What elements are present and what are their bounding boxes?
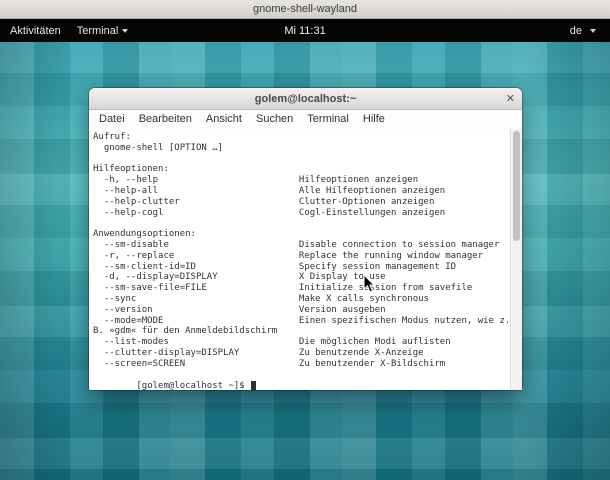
- chevron-down-icon: [122, 28, 129, 33]
- outer-window-titlebar[interactable]: gnome-shell-wayland: [0, 0, 610, 19]
- menu-bearbeiten[interactable]: Bearbeiten: [132, 110, 199, 129]
- activities-button[interactable]: Aktivitäten: [10, 25, 61, 37]
- menu-hilfe[interactable]: Hilfe: [356, 110, 392, 129]
- status-menu-chevron-icon[interactable]: [590, 28, 596, 33]
- clock[interactable]: Mi 11:31: [284, 25, 325, 37]
- menu-ansicht[interactable]: Ansicht: [199, 110, 249, 129]
- text-cursor: [250, 380, 256, 390]
- terminal-prompt-line: [golem@localhost ~]$: [89, 370, 522, 390]
- app-menu-label: Terminal: [76, 24, 119, 37]
- scrollbar-thumb[interactable]: [513, 131, 520, 241]
- terminal-output: Aufruf: gnome-shell [OPTION …] Hilfeopti…: [93, 132, 511, 369]
- gnome-top-bar: Aktivitäten Terminal Mi 11:31 de: [0, 19, 610, 42]
- terminal-window: golem@localhost:~ ✕ Datei Bearbeiten Ans…: [89, 88, 522, 390]
- terminal-title: golem@localhost:~: [254, 92, 357, 105]
- terminal-menubar: Datei Bearbeiten Ansicht Suchen Terminal…: [89, 110, 522, 129]
- terminal-prompt: [golem@localhost ~]$: [136, 380, 245, 390]
- menu-suchen[interactable]: Suchen: [249, 110, 300, 129]
- terminal-body[interactable]: Aufruf: gnome-shell [OPTION …] Hilfeopti…: [89, 129, 522, 390]
- keyboard-layout-indicator[interactable]: de: [570, 25, 582, 37]
- screen: gnome-shell-wayland Aktivitäten Terminal…: [0, 0, 610, 480]
- scrollbar-track[interactable]: [510, 129, 522, 390]
- close-button[interactable]: ✕: [506, 88, 515, 109]
- outer-window-title: gnome-shell-wayland: [253, 3, 357, 15]
- menu-terminal[interactable]: Terminal: [300, 110, 356, 129]
- menu-datei[interactable]: Datei: [92, 110, 132, 129]
- app-menu[interactable]: Terminal: [77, 25, 129, 37]
- terminal-titlebar[interactable]: golem@localhost:~ ✕: [89, 88, 522, 110]
